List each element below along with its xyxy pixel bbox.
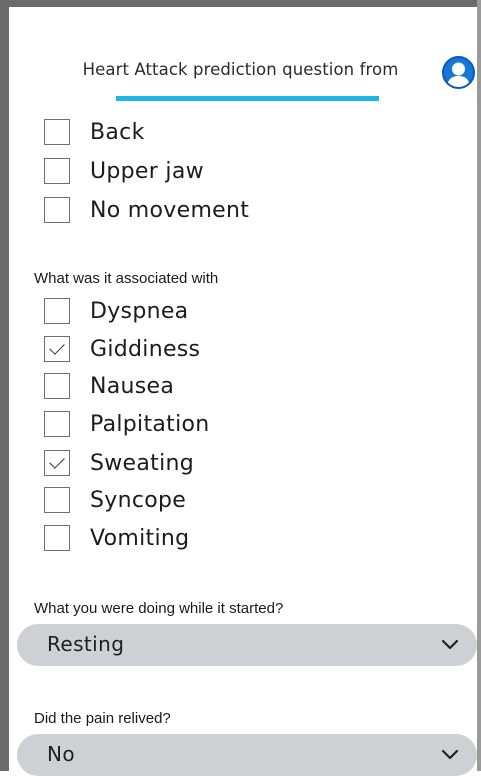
activity-question-label: What you were doing while it started? — [34, 600, 284, 617]
user-avatar-icon[interactable] — [442, 56, 475, 89]
checkbox-row-nausea[interactable]: Nausea — [44, 371, 174, 401]
title-underline — [116, 96, 379, 101]
checkbox-row-dyspnea[interactable]: Dyspnea — [44, 296, 188, 326]
checkbox-label: Vomiting — [90, 525, 190, 551]
checkbox-row-palpitation[interactable]: Palpitation — [44, 409, 210, 439]
checkbox[interactable] — [44, 487, 70, 513]
checkbox[interactable] — [44, 197, 70, 223]
checkbox[interactable] — [44, 158, 70, 184]
checkbox-row-sweating[interactable]: Sweating — [44, 448, 194, 478]
checkbox-label: Syncope — [90, 487, 187, 513]
checkbox-label: Giddiness — [90, 336, 201, 362]
activity-select[interactable]: Resting — [17, 624, 477, 666]
checkbox-row-syncope[interactable]: Syncope — [44, 485, 186, 515]
checkbox-row-no-movement[interactable]: No movement — [44, 195, 249, 225]
pain-relieved-select-value: No — [47, 742, 75, 766]
checkbox-row-vomiting[interactable]: Vomiting — [44, 523, 189, 553]
checkbox-row-giddiness[interactable]: Giddiness — [44, 334, 200, 364]
checkbox-row-upper-jaw[interactable]: Upper jaw — [44, 156, 204, 186]
pain-relieved-question-label: Did the pain relived? — [34, 710, 171, 727]
checkbox-label: Back — [90, 119, 145, 145]
checkbox-label: Dyspnea — [90, 298, 189, 324]
checkbox-checked[interactable] — [44, 450, 70, 476]
checkbox-label: Sweating — [90, 450, 195, 476]
checkbox-label: Palpitation — [90, 411, 210, 437]
page-title: Heart Attack prediction question from — [82, 60, 399, 79]
checkbox-label: Nausea — [90, 373, 175, 399]
checkbox-row-back[interactable]: Back — [44, 117, 145, 147]
activity-select-value: Resting — [47, 632, 125, 656]
window-frame-top — [0, 0, 481, 7]
window-frame-right — [477, 0, 481, 771]
checkbox-checked[interactable] — [44, 336, 70, 362]
pain-relieved-select[interactable]: No — [17, 734, 477, 776]
checkbox-label: No movement — [90, 197, 250, 223]
checkbox[interactable] — [44, 411, 70, 437]
chevron-down-icon — [441, 639, 459, 650]
chevron-down-icon — [441, 749, 459, 760]
window-frame-left — [0, 0, 9, 771]
associated-question-label: What was it associated with — [34, 270, 219, 287]
checkbox[interactable] — [44, 373, 70, 399]
checkbox[interactable] — [44, 298, 70, 324]
checkbox[interactable] — [44, 525, 70, 551]
checkbox-label: Upper jaw — [90, 158, 204, 184]
checkbox[interactable] — [44, 119, 70, 145]
